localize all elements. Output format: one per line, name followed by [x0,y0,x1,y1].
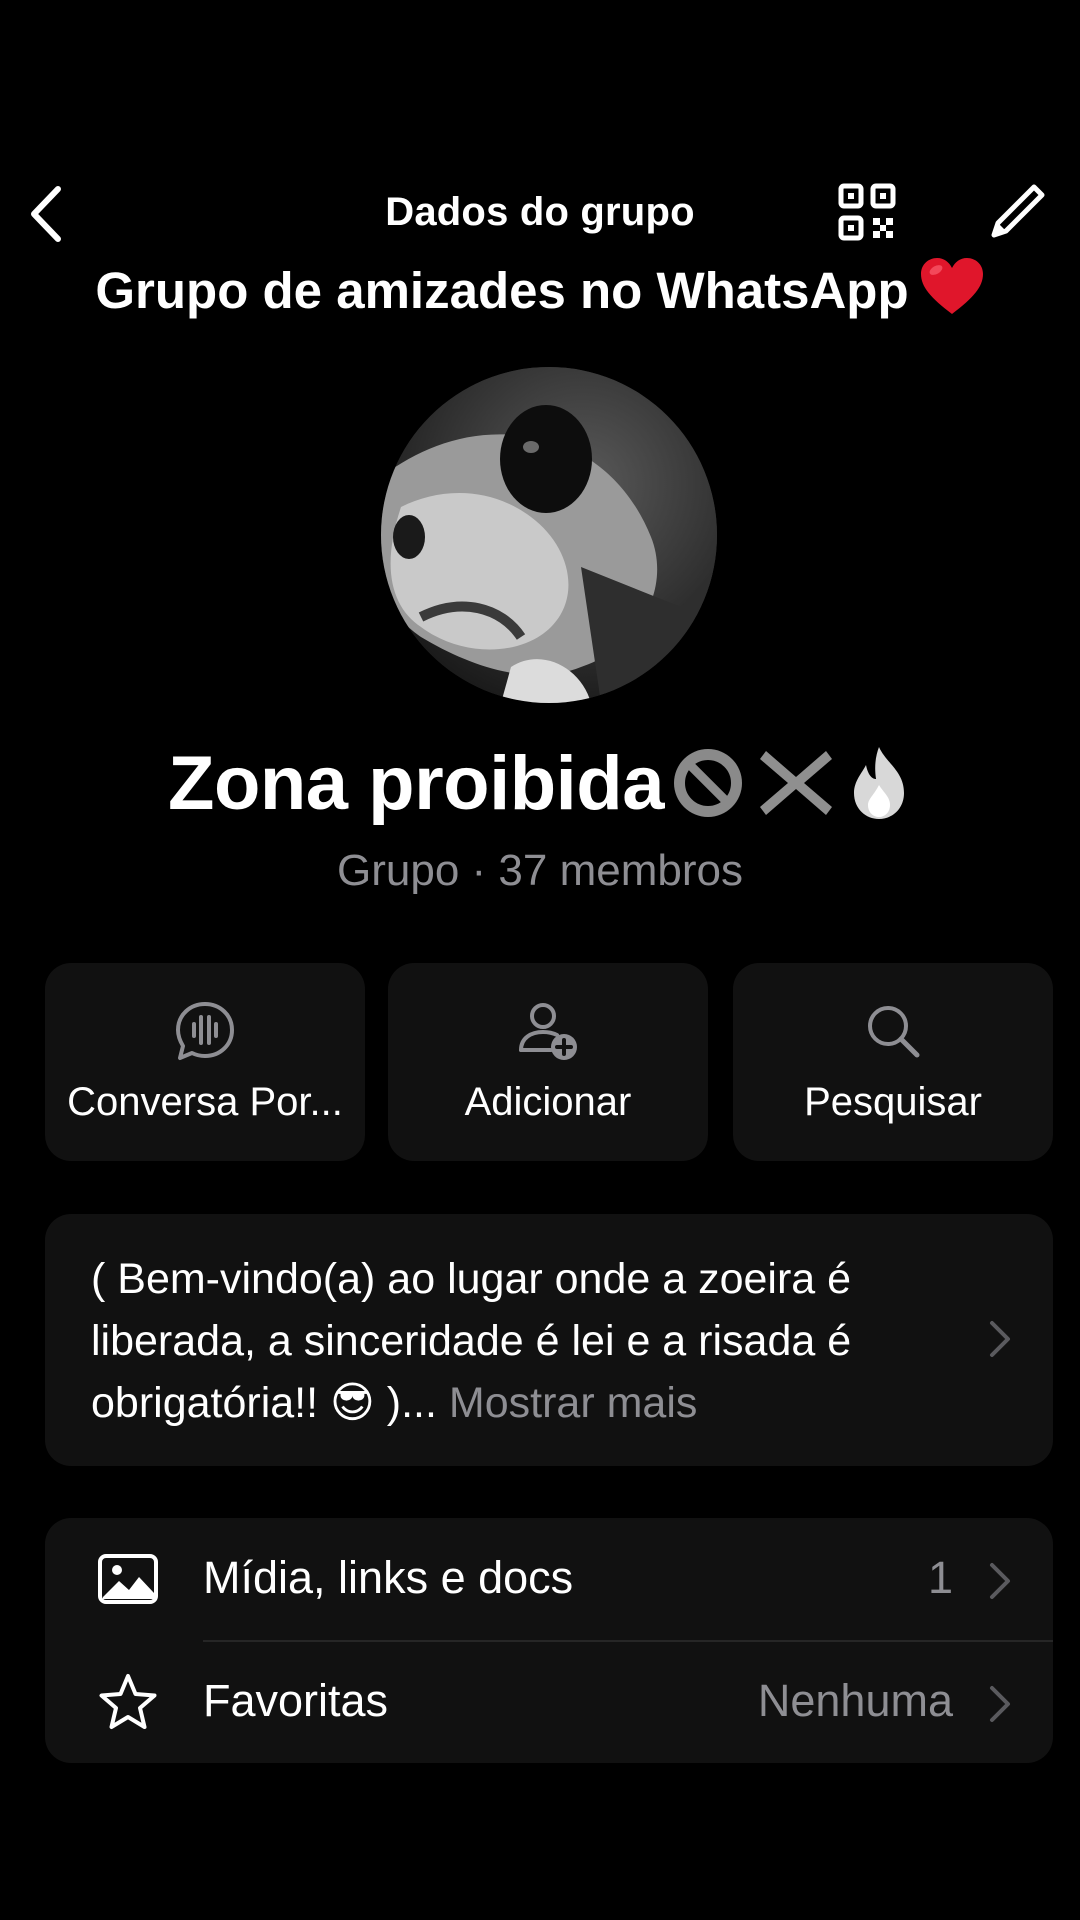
favorites-value: Nenhuma [757,1675,953,1726]
fire-emoji [853,747,904,819]
overlay-caption-text: Grupo de amizades no WhatsApp [95,262,909,319]
group-name: Zona proibida [0,740,1080,827]
add-person-icon [517,1000,579,1062]
qr-code-icon [838,183,896,241]
group-description[interactable]: ( Bem-vindo(a) ao lugar onde a zoeira é … [45,1214,1053,1466]
media-links-docs-row[interactable]: Mídia, links e docs 1 [45,1518,1053,1642]
pencil-icon [991,184,1045,238]
voice-chat-label: Conversa Por... [67,1080,343,1124]
qr-code-button[interactable] [838,183,902,247]
page-title: Dados do grupo [385,190,695,234]
group-photo [381,367,717,703]
chevron-right-icon [990,1686,1010,1722]
group-settings-list: Mídia, links e docs 1 Favoritas Nenhuma [45,1518,1053,1763]
favorites-label: Favoritas [203,1675,389,1726]
search-button[interactable]: Pesquisar [733,963,1053,1161]
media-count: 1 [927,1552,953,1603]
media-links-docs-label: Mídia, links e docs [203,1552,574,1603]
cross-mark-emoji [759,751,832,815]
search-label: Pesquisar [804,1080,982,1124]
no-entry-sign-emoji [673,749,742,817]
edit-button[interactable] [990,183,1054,247]
show-more-link[interactable]: Mostrar mais [449,1379,697,1427]
heart-icon [919,256,985,328]
group-info-screen: Dados do grupo Grupo de amizades no What… [0,0,1080,1920]
group-avatar[interactable] [381,367,717,703]
star-icon [95,1669,161,1735]
name-emojis [670,745,912,821]
chevron-right-icon [990,1563,1010,1599]
voice-chat-button[interactable]: Conversa Por... [45,963,365,1161]
add-member-label: Adicionar [464,1080,632,1124]
image-icon [95,1546,161,1612]
add-member-button[interactable]: Adicionar [388,963,708,1161]
chevron-right-icon [990,1321,1010,1357]
voice-chat-icon [174,1000,236,1062]
description-text-block: ( Bem-vindo(a) ao lugar onde a zoeira é … [91,1248,971,1434]
favorites-row[interactable]: Favoritas Nenhuma [45,1641,1053,1763]
group-name-text: Zona proibida [168,741,664,826]
group-subtitle: Grupo · 37 membros [337,846,743,895]
search-icon [865,1000,921,1062]
overlay-caption: Grupo de amizades no WhatsApp [0,256,1080,328]
